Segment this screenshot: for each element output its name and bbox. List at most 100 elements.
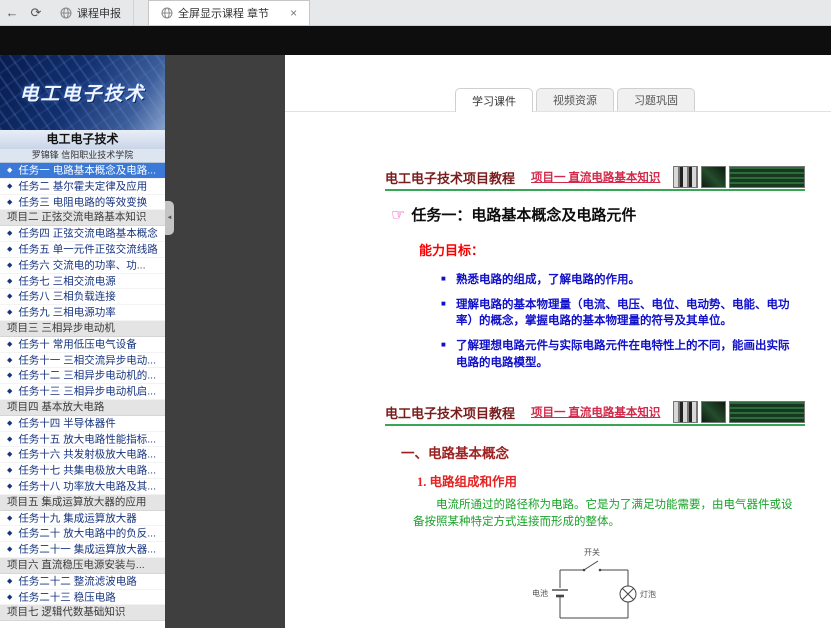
nav-item[interactable]: ◆ 任务二十一 集成运算放大器... bbox=[0, 542, 165, 558]
nav-item[interactable]: ◆ 任务六 交流电的功率、功... bbox=[0, 258, 165, 274]
nav-item-label: 任务五 单一元件正弦交流线路 bbox=[18, 243, 157, 255]
goal-bullet-list: ■ 熟悉电路的组成，了解电路的作用。 ■ 理解电路的基本物理量（电流、电压、电位… bbox=[441, 272, 799, 371]
nav-item-label: 任务七 三相交流电源 bbox=[18, 275, 115, 287]
diamond-bullet-icon: ◆ bbox=[7, 372, 12, 379]
nav-item[interactable]: ◆ 任务四 正弦交流电路基本概念 bbox=[0, 226, 165, 242]
circuit-photo-thumbnail bbox=[729, 166, 805, 188]
browser-tab-strip: ← ⟳ 课程申报 全屏显示课程 章节 × bbox=[0, 0, 831, 26]
circuit-photo-thumbnail bbox=[701, 401, 726, 423]
nav-item-label: 任务十五 放大电路性能指标... bbox=[18, 433, 156, 445]
sidebar-collapse-handle[interactable]: ◄ bbox=[165, 201, 174, 235]
slide-project-title: 项目一 直流电路基本知识 bbox=[531, 404, 660, 420]
nav-item[interactable]: ◆ 项目二 正弦交流电路基本知识 bbox=[0, 210, 165, 226]
nav-item[interactable]: ◆ 任务十五 放大电路性能指标... bbox=[0, 432, 165, 448]
diamond-bullet-icon: ◆ bbox=[7, 578, 12, 585]
diamond-bullet-icon: ◆ bbox=[7, 293, 12, 300]
nav-item[interactable]: ◆ 任务九 三相电源功率 bbox=[0, 305, 165, 321]
nav-item[interactable]: ◆ 项目七 逻辑代数基础知识 bbox=[0, 605, 165, 621]
nav-item[interactable]: ◆ 项目五 集成运算放大器的应用 bbox=[0, 495, 165, 511]
nav-item[interactable]: ◆ 任务八 三相负载连接 bbox=[0, 289, 165, 305]
nav-item-label: 任务二十一 集成运算放大器... bbox=[18, 544, 156, 556]
nav-item[interactable]: ◆ 任务十七 共集电极放大电路... bbox=[0, 463, 165, 479]
course-title: 电工电子技术 bbox=[0, 130, 165, 149]
nav-item-label: 任务八 三相负载连接 bbox=[18, 291, 115, 303]
nav-item-label: 任务二十二 整流滤波电路 bbox=[18, 575, 136, 587]
nav-item-label: 项目七 逻辑代数基础知识 bbox=[7, 606, 125, 618]
lamp-label: 灯泡 bbox=[640, 589, 656, 599]
tab-courseware[interactable]: 学习课件 bbox=[455, 88, 533, 112]
nav-item[interactable]: ◆ 任务七 三相交流电源 bbox=[0, 274, 165, 290]
diamond-bullet-icon: ◆ bbox=[7, 278, 12, 285]
diamond-bullet-icon: ◆ bbox=[7, 341, 12, 348]
section-title: 一、电路基本概念 bbox=[401, 442, 805, 462]
tab-video-resources[interactable]: 视频资源 bbox=[536, 88, 614, 111]
nav-item-label: 项目三 三相异步电动机 bbox=[7, 322, 115, 334]
slide-viewer: 电工电子技术项目教程 项目一 直流电路基本知识 ☞任务一：电路基本概念及电路元件… bbox=[385, 165, 805, 628]
nav-item-label: 任务一 电路基本概念及电路... bbox=[18, 165, 156, 177]
ability-goal-label: 能力目标： bbox=[419, 240, 805, 259]
nav-item[interactable]: ◆ 项目四 基本放大电路 bbox=[0, 400, 165, 416]
browser-tab-label: 全屏显示课程 章节 bbox=[178, 5, 269, 21]
nav-item[interactable]: ◆ 任务三 电阻电路的等效变换 bbox=[0, 195, 165, 211]
flashlight-circuit-svg: 开关 电池 灯 bbox=[530, 544, 660, 628]
nav-item-label: 项目二 正弦交流电路基本知识 bbox=[7, 211, 146, 223]
back-icon[interactable]: ← bbox=[0, 0, 24, 25]
switch-label: 开关 bbox=[584, 547, 600, 557]
circuit-photo-thumbnail bbox=[701, 166, 726, 188]
circuit-photo-thumbnail bbox=[673, 166, 698, 188]
nav-item-label: 任务十二 三相异步电动机的... bbox=[18, 370, 156, 382]
nav-item[interactable]: ◆ 项目六 直流稳压电源安装与... bbox=[0, 558, 165, 574]
browser-tab-course-declare[interactable]: 课程申报 bbox=[48, 0, 134, 25]
nav-item[interactable]: ◆ 任务十二 三相异步电动机的... bbox=[0, 368, 165, 384]
nav-item-label: 任务十三 三相异步电动机启... bbox=[18, 386, 156, 398]
tab-exercises[interactable]: 习题巩固 bbox=[617, 88, 695, 111]
nav-item-label: 任务十八 功率放大电路及其... bbox=[18, 480, 156, 492]
diamond-bullet-icon: ◆ bbox=[7, 183, 12, 190]
circuit-photo-thumbnail bbox=[673, 401, 698, 423]
diamond-bullet-icon: ◆ bbox=[7, 483, 12, 490]
nav-item[interactable]: ◆ 任务十三 三相异步电动机启... bbox=[0, 384, 165, 400]
nav-item-label: 任务四 正弦交流电路基本概念 bbox=[18, 228, 157, 240]
content-tabbar: 学习课件 视频资源 习题巩固 bbox=[285, 88, 831, 112]
diamond-bullet-icon: ◆ bbox=[7, 467, 12, 474]
browser-tab-fullscreen-course[interactable]: 全屏显示课程 章节 × bbox=[148, 0, 310, 25]
goal-bullet: ■ 了解理想电路元件与实际电路元件在电特性上的不同，能画出实际电路的电路模型。 bbox=[441, 338, 799, 371]
nav-item-label: 任务十四 半导体器件 bbox=[18, 417, 115, 429]
diamond-bullet-icon: ◆ bbox=[7, 436, 12, 443]
diamond-bullet-icon: ◆ bbox=[7, 199, 12, 206]
header-photo-strip bbox=[673, 401, 805, 423]
nav-item[interactable]: ◆ 任务十四 半导体器件 bbox=[0, 416, 165, 432]
battery-label: 电池 bbox=[532, 588, 548, 598]
nav-item[interactable]: ◆ 任务二十 放大电路中的负反... bbox=[0, 526, 165, 542]
nav-item[interactable]: ◆ 任务十一 三相交流异步电动... bbox=[0, 353, 165, 369]
nav-item[interactable]: ◆ 任务十八 功率放大电路及其... bbox=[0, 479, 165, 495]
slide-project-title: 项目一 直流电路基本知识 bbox=[531, 169, 660, 185]
nav-item[interactable]: ◆ 任务十九 集成运算放大器 bbox=[0, 511, 165, 527]
goal-bullet: ■ 熟悉电路的组成，了解电路的作用。 bbox=[441, 272, 799, 289]
nav-item-label: 项目五 集成运算放大器的应用 bbox=[7, 496, 146, 508]
nav-item[interactable]: ◆ 任务二 基尔霍夫定律及应用 bbox=[0, 179, 165, 195]
nav-item-label: 项目六 直流稳压电源安装与... bbox=[7, 559, 145, 571]
nav-item[interactable]: ◆ 任务十 常用低压电气设备 bbox=[0, 337, 165, 353]
slide-2: 电工电子技术项目教程 项目一 直流电路基本知识 一、电路基本概念 1. 电路组成… bbox=[385, 400, 805, 628]
content-panel: 学习课件 视频资源 习题巩固 电工电子技术项目教程 项目一 直流电路基本知识 bbox=[285, 55, 831, 628]
nav-item[interactable]: ◆ 任务二十二 整流滤波电路 bbox=[0, 574, 165, 590]
nav-item[interactable]: ◆ 项目三 三相异步电动机 bbox=[0, 321, 165, 337]
slide-course-title: 电工电子技术项目教程 bbox=[385, 168, 515, 187]
nav-item-label: 项目四 基本放大电路 bbox=[7, 401, 104, 413]
diamond-bullet-icon: ◆ bbox=[7, 357, 12, 364]
nav-item[interactable]: ◆ 任务十六 共发射极放大电路... bbox=[0, 447, 165, 463]
globe-icon bbox=[161, 7, 173, 19]
nav-item-label: 任务三 电阻电路的等效变换 bbox=[18, 196, 147, 208]
header-photo-strip bbox=[673, 166, 805, 188]
chapter-nav: ◆ 任务一 电路基本概念及电路... ◆ 任务二 基尔霍夫定律及应用 ◆ 任务三… bbox=[0, 163, 165, 621]
refresh-icon[interactable]: ⟳ bbox=[24, 0, 48, 25]
nav-item[interactable]: ◆ 任务一 电路基本概念及电路... bbox=[0, 163, 165, 179]
close-icon[interactable]: × bbox=[290, 7, 297, 19]
slide-1: 电工电子技术项目教程 项目一 直流电路基本知识 ☞任务一：电路基本概念及电路元件… bbox=[385, 165, 805, 400]
nav-item[interactable]: ◆ 任务二十三 稳压电路 bbox=[0, 590, 165, 606]
nav-item-label: 任务十九 集成运算放大器 bbox=[18, 512, 136, 524]
nav-item[interactable]: ◆ 任务五 单一元件正弦交流线路 bbox=[0, 242, 165, 258]
nav-item-label: 任务六 交流电的功率、功... bbox=[18, 259, 145, 271]
goal-bullet-text: 了解理想电路元件与实际电路元件在电特性上的不同，能画出实际电路的电路模型。 bbox=[456, 340, 790, 369]
